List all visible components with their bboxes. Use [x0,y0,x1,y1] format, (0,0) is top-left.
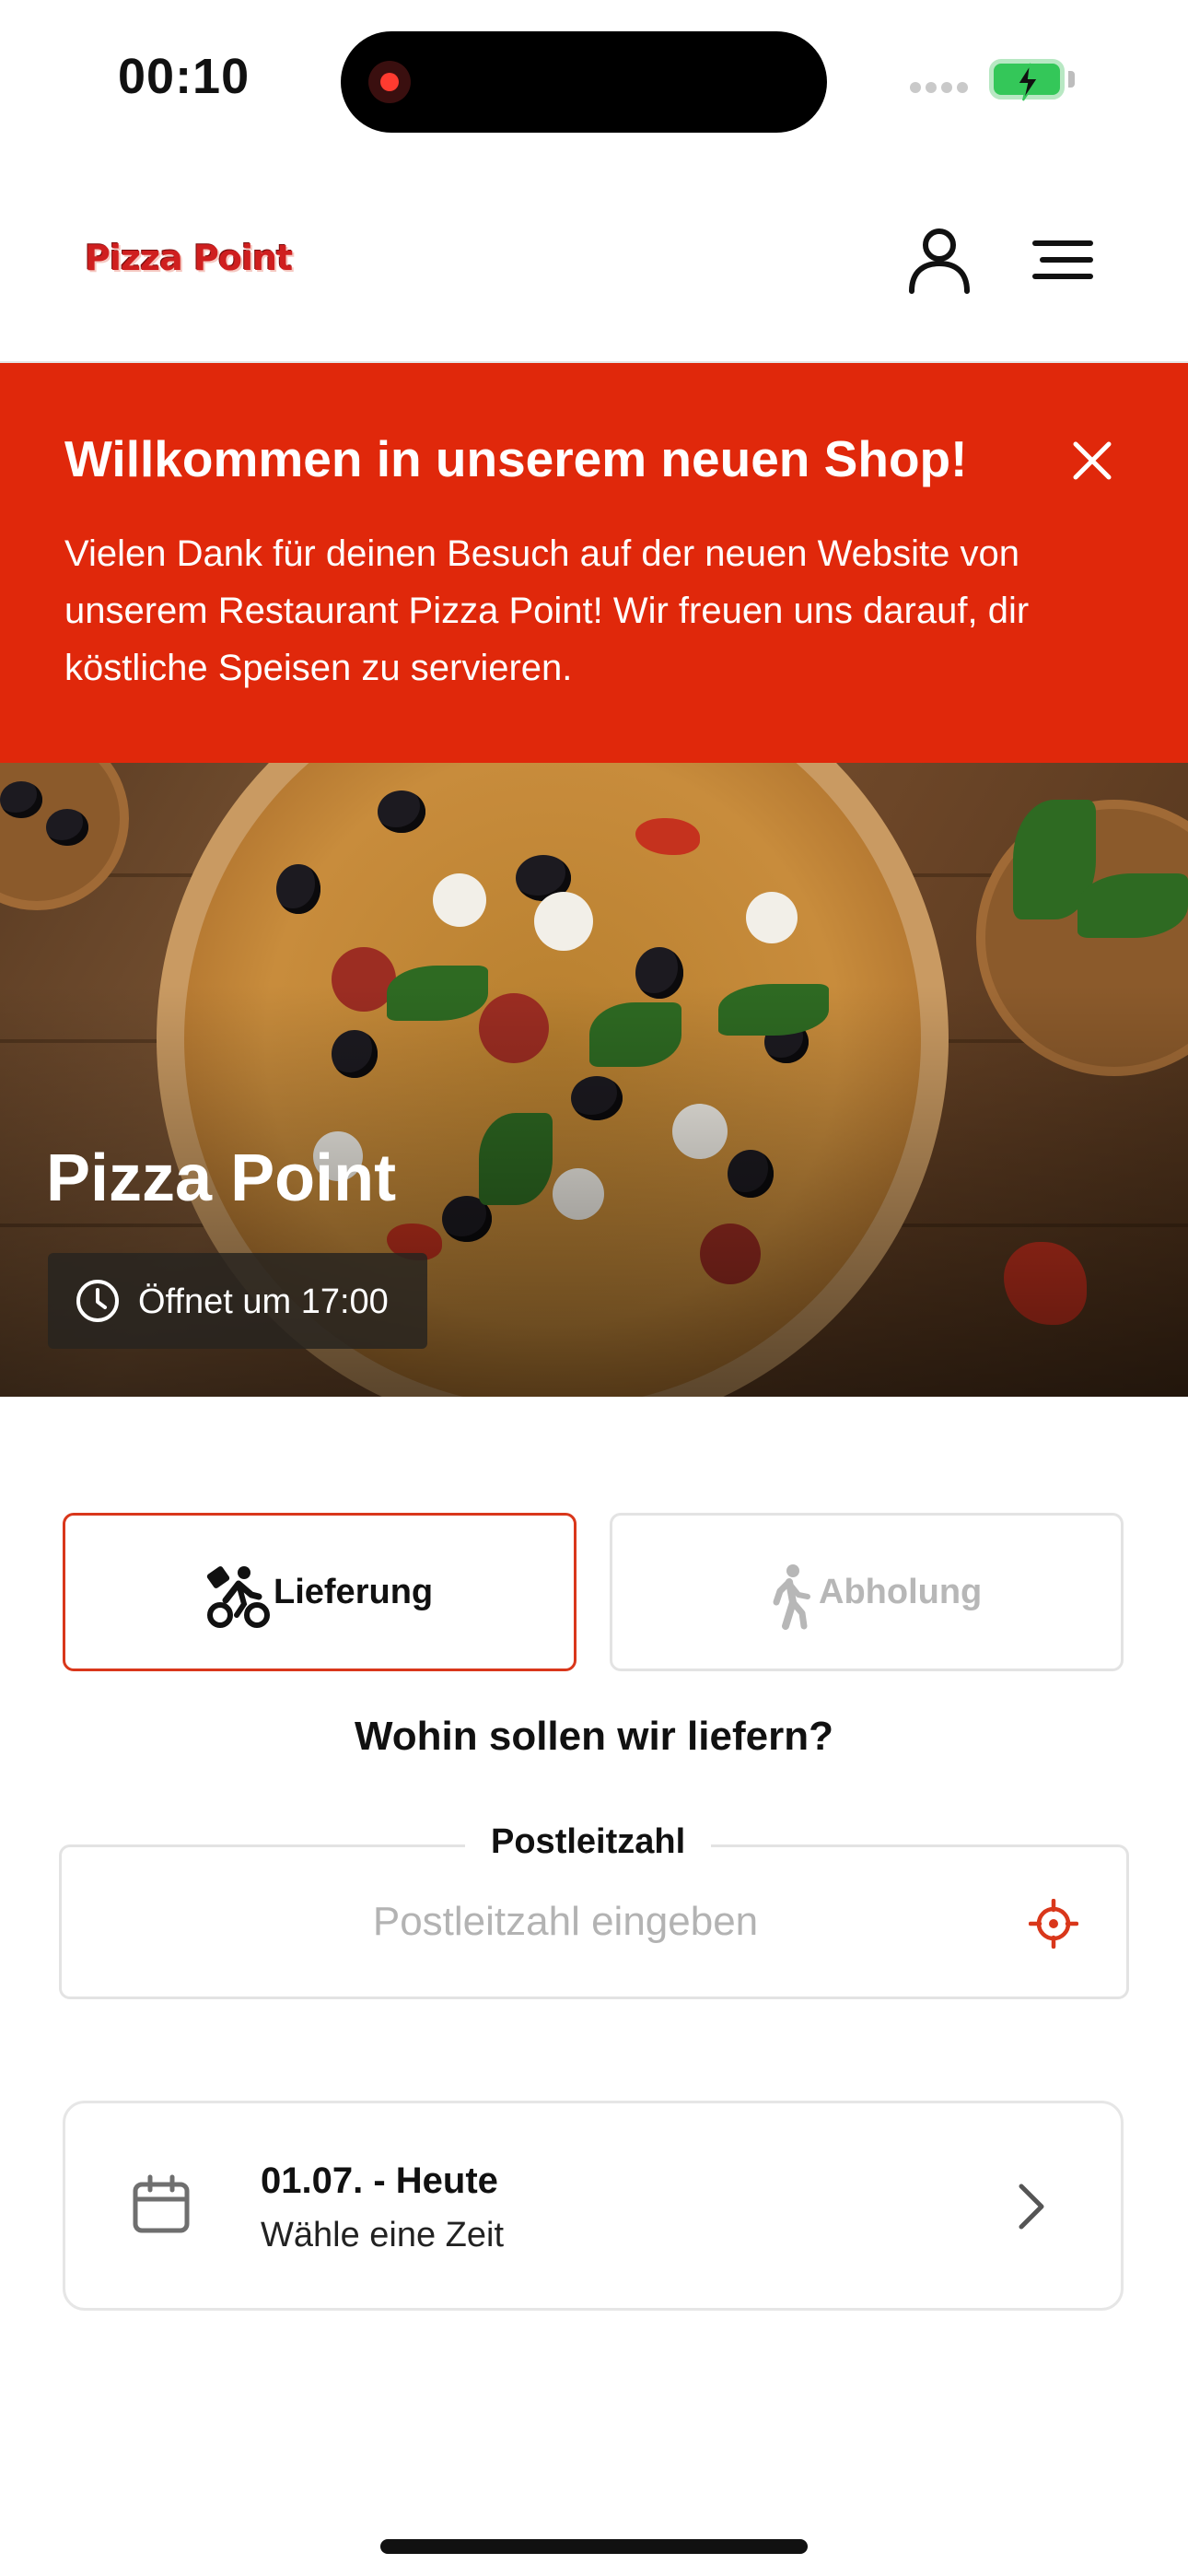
welcome-text: Vielen Dank für deinen Besuch auf der ne… [64,533,1030,688]
postal-code-input[interactable] [172,1891,959,1952]
pizza-point-logo[interactable]: Pizza Point [85,238,293,278]
delivery-mode-button[interactable]: Lieferung [63,1513,577,1671]
cellular-signal-icon [910,81,974,96]
hamburger-menu-icon[interactable] [1030,238,1096,282]
hero-banner: Pizza Point Öffnet um 17:00 [0,763,1188,1397]
opening-hours-text: Öffnet um 17:00 [138,1282,389,1321]
welcome-banner: Willkommen in unserem neuen Shop! Vielen… [0,363,1188,763]
delivery-bike-icon [205,1563,272,1630]
home-indicator[interactable] [380,2539,808,2554]
time-hint: Wähle eine Zeit [261,2216,505,2254]
postal-code-field[interactable] [59,1844,1129,1999]
delivery-question: Wohin sollen wir liefern? [355,1714,833,1759]
pickup-mode-button[interactable]: Abholung [610,1513,1124,1671]
calendar-icon [130,2173,192,2236]
status-time: 00:10 [118,49,250,104]
walking-person-icon [758,1563,824,1630]
pickup-mode-label: Abholung [819,1573,983,1611]
battery-charging-icon [989,59,1065,101]
status-bar: 00:10 [0,0,1188,157]
clock-icon [74,1277,122,1325]
user-icon[interactable] [903,223,976,297]
battery-cap [1068,71,1075,88]
close-icon[interactable] [1068,437,1116,485]
postal-code-label: Postleitzahl [465,1822,712,1862]
delivery-mode-label: Lieferung [274,1573,434,1611]
dynamic-island [341,31,827,133]
date-time-selector[interactable]: 01.07. - Heute Wähle eine Zeit [63,2101,1124,2311]
selected-date: 01.07. - Heute [261,2160,498,2201]
site-header: Pizza Point [0,157,1188,363]
opening-hours-badge: Öffnet um 17:00 [48,1253,427,1349]
crosshair-icon[interactable] [1028,1898,1079,1950]
chevron-right-icon [1008,2181,1053,2232]
screen-recording-icon [368,61,411,103]
restaurant-name: Pizza Point [46,1142,397,1215]
welcome-title: Willkommen in unserem neuen Shop! [64,430,968,487]
